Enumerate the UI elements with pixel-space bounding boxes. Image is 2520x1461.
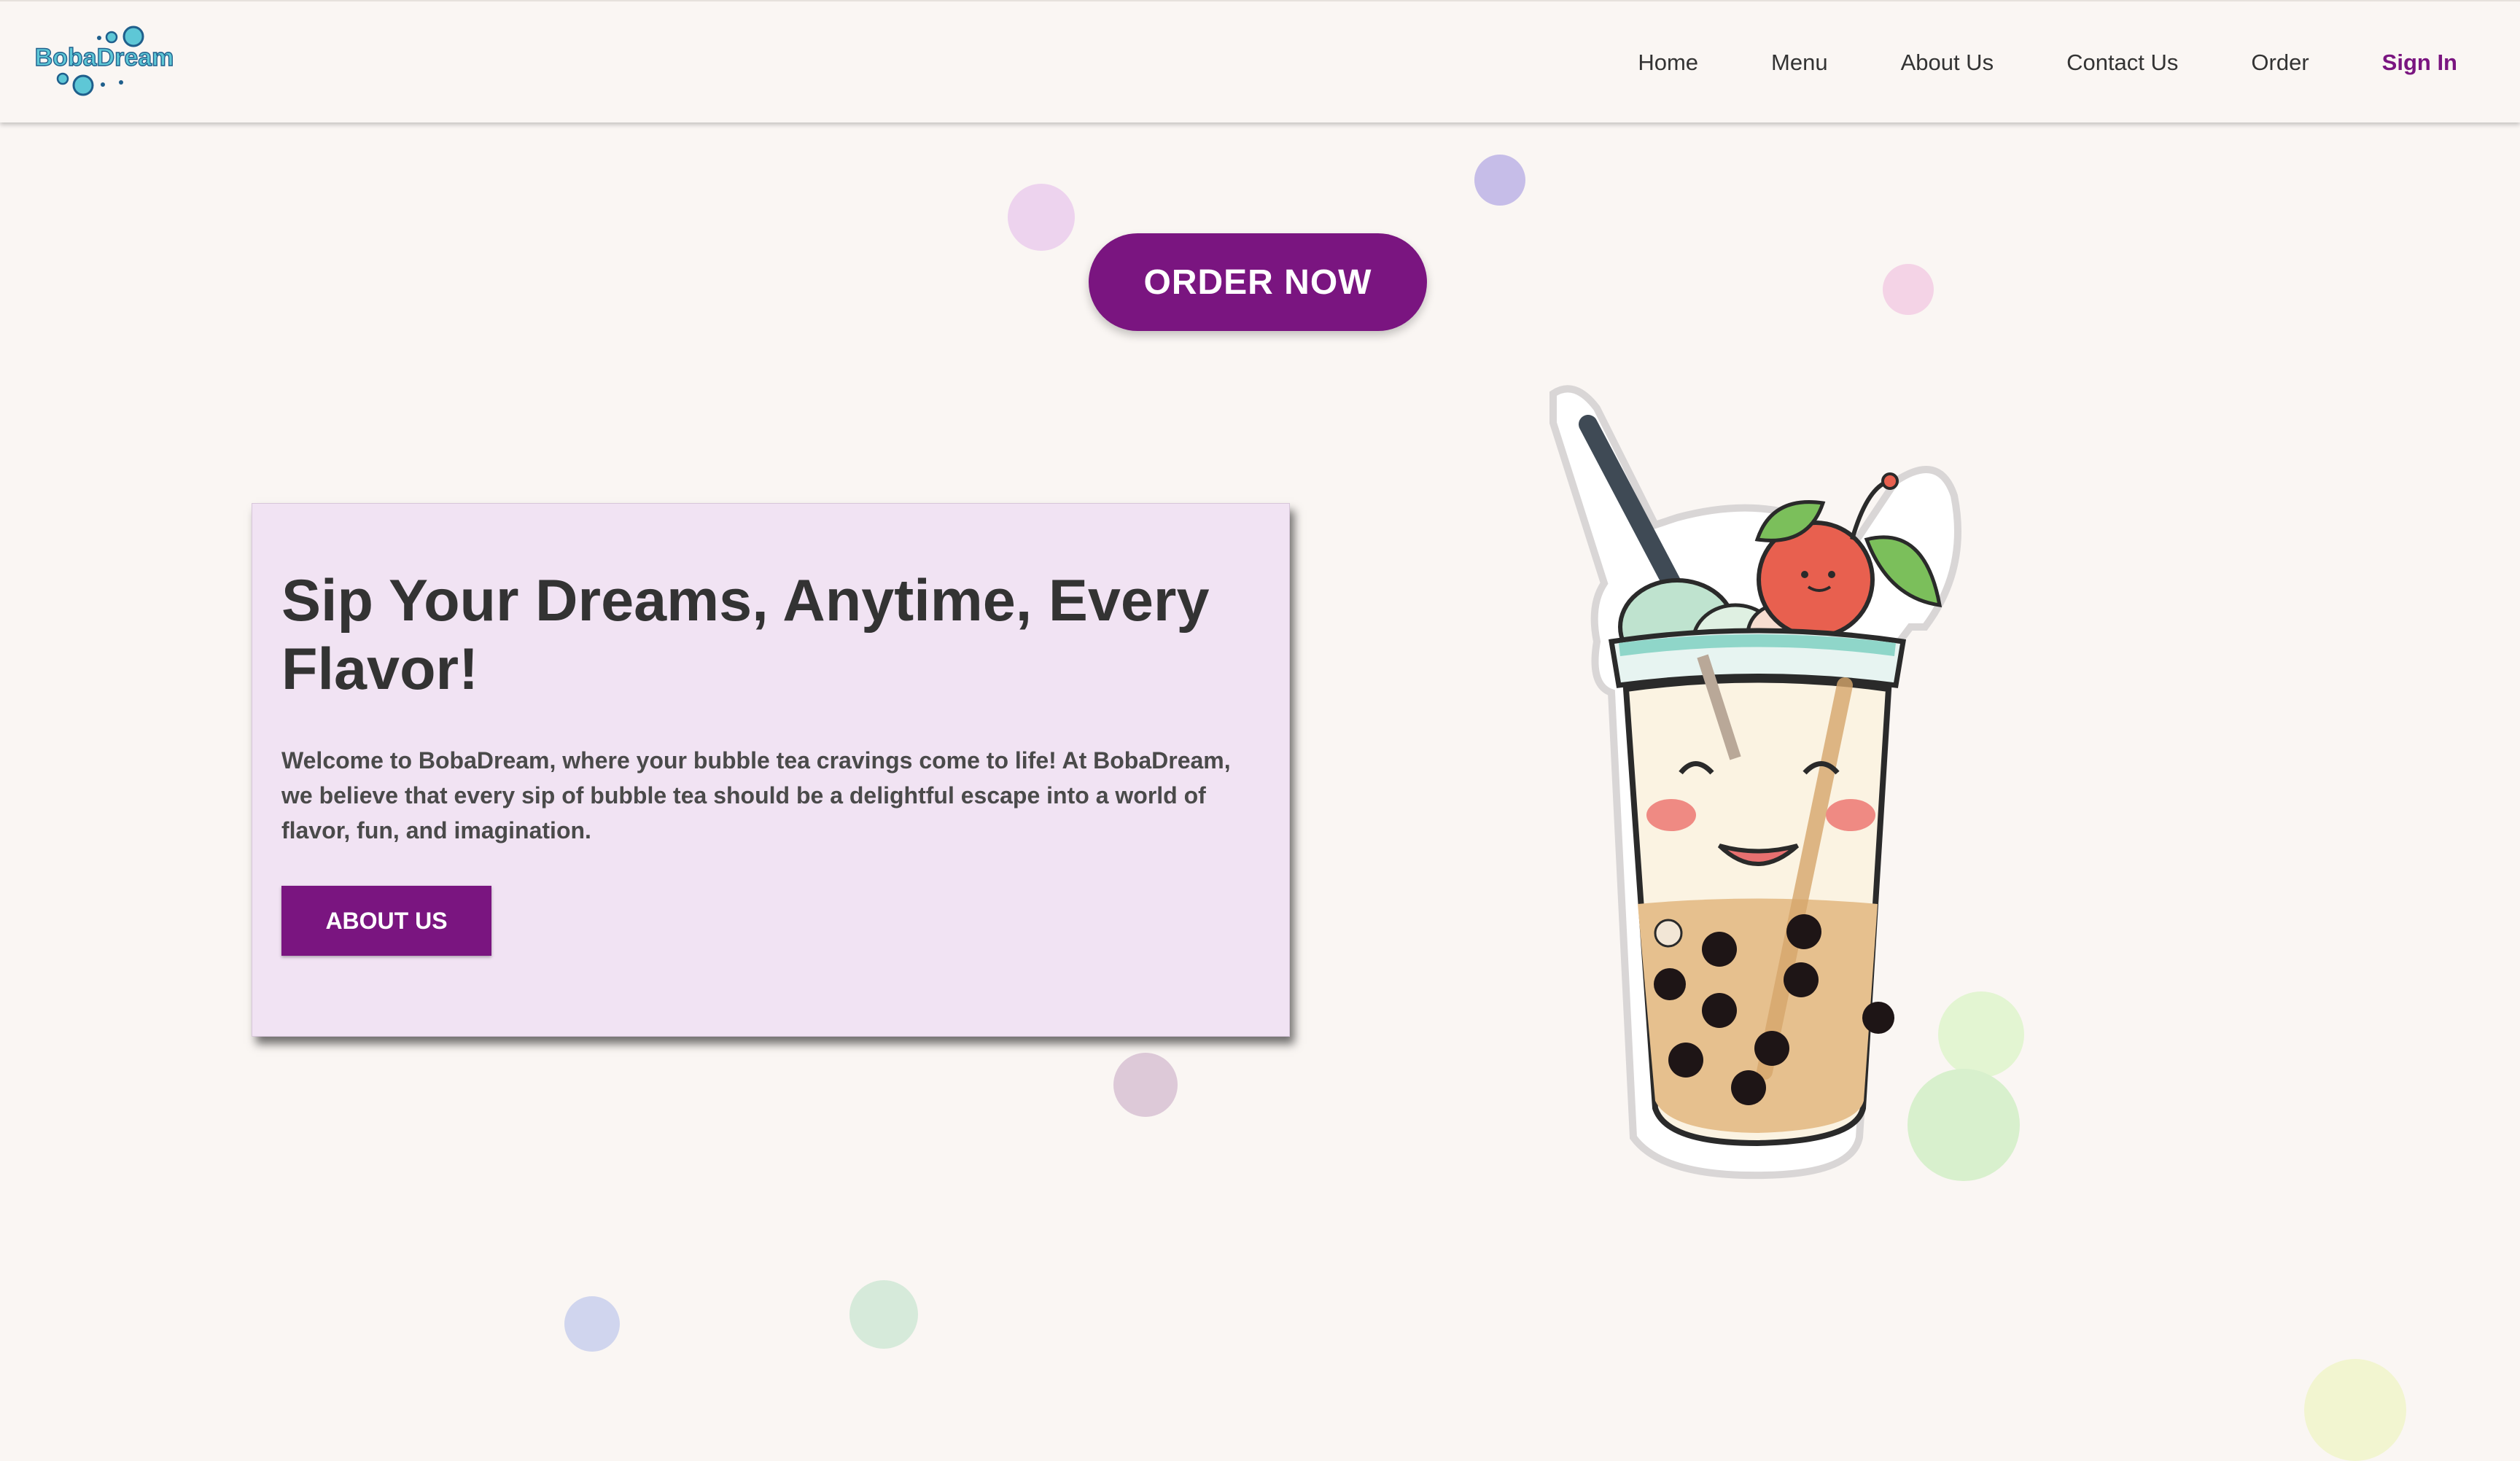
decor-bubble [1113, 1053, 1178, 1117]
order-now-button[interactable]: ORDER NOW [1089, 233, 1427, 331]
decor-bubble [1474, 155, 1525, 206]
hero-description: Welcome to BobaDream, where your bubble … [281, 747, 1231, 844]
decor-bubble [1883, 264, 1934, 315]
decor-bubble [2304, 1359, 2406, 1461]
navbar: BobaDream Home Menu About Us Contact Us … [0, 0, 2520, 122]
decor-bubble [564, 1296, 620, 1352]
about-us-button[interactable]: ABOUT US [281, 886, 491, 956]
nav-contact-us[interactable]: Contact Us [2066, 50, 2178, 76]
nav-about-us[interactable]: About Us [1901, 50, 1994, 76]
nav-home[interactable]: Home [1638, 50, 1698, 76]
nav-menu[interactable]: Menu [1771, 50, 1828, 76]
hero-title: Sip Your Dreams, Anytime, Every Flavor! [281, 568, 1210, 702]
logo-text: BobaDream [35, 44, 174, 71]
decor-bubble [1008, 184, 1075, 251]
nav-sign-in[interactable]: Sign In [2382, 50, 2457, 76]
boba-cup-icon [1546, 379, 2056, 1181]
nav-links: Home Menu About Us Contact Us Order Sign… [1565, 1, 2457, 124]
hero-card: Sip Your Dreams, Anytime, Every Flavor! … [252, 503, 1290, 1037]
decor-bubble [849, 1280, 918, 1349]
bobadream-logo[interactable]: BobaDream [34, 20, 174, 101]
nav-order[interactable]: Order [2251, 50, 2309, 76]
